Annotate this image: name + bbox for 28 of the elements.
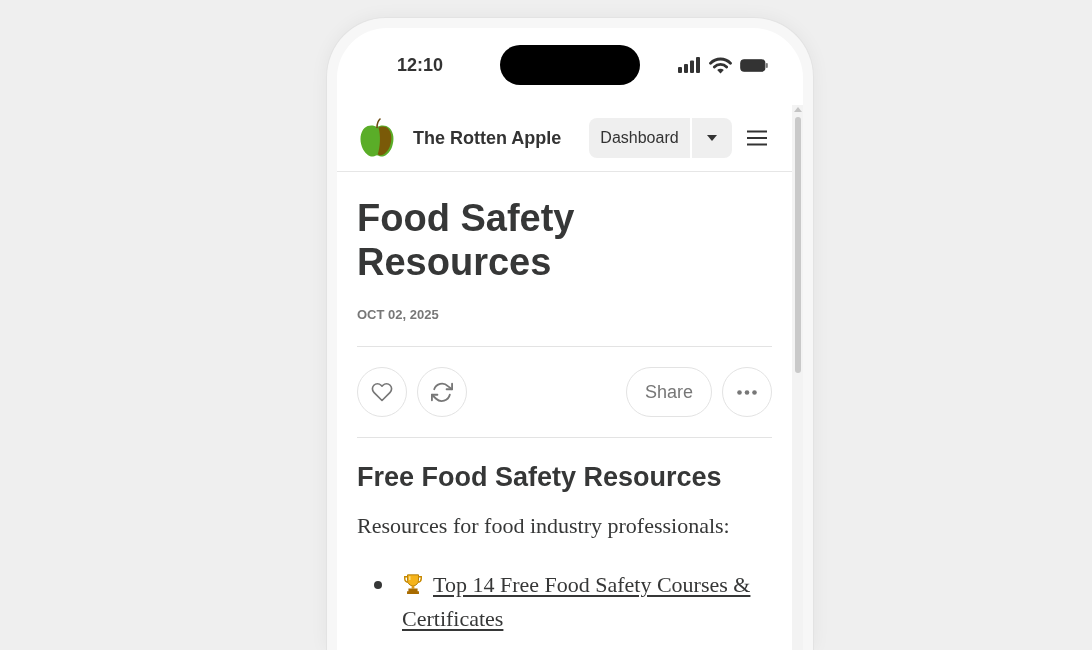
repost-button[interactable] (417, 367, 467, 417)
battery-icon (740, 58, 768, 72)
menu-icon (747, 130, 767, 146)
menu-button[interactable] (747, 130, 767, 146)
more-icon (737, 389, 757, 395)
share-button[interactable]: Share (626, 367, 712, 417)
bullet-icon (374, 581, 382, 589)
like-button[interactable] (357, 367, 407, 417)
caret-icon (707, 135, 717, 141)
refresh-icon (431, 381, 453, 403)
site-title[interactable]: The Rotten Apple (413, 127, 562, 149)
trophy-icon (402, 573, 424, 595)
signal-icon (678, 57, 701, 73)
apple-icon (358, 118, 396, 158)
more-button[interactable] (722, 367, 772, 417)
heart-icon (371, 381, 393, 403)
section-heading: Free Food Safety Resources (357, 461, 723, 494)
scrollbar-thumb[interactable] (794, 117, 801, 373)
course-link[interactable]: Top 14 Free Food Safety Courses & Certificates (402, 568, 772, 636)
post-date: OCT 02, 2025 (357, 307, 440, 323)
scroll-up-icon[interactable] (793, 107, 802, 112)
scrollbar[interactable] (792, 105, 803, 650)
dropdown-button[interactable] (692, 118, 732, 158)
wifi-icon (709, 56, 732, 74)
post-title: Food Safety Resources (357, 196, 576, 284)
status-time: 12:10 (397, 54, 444, 76)
intro-text: Resources for food industry professionals: (357, 512, 731, 540)
dashboard-button[interactable]: Dashboard (589, 118, 690, 158)
